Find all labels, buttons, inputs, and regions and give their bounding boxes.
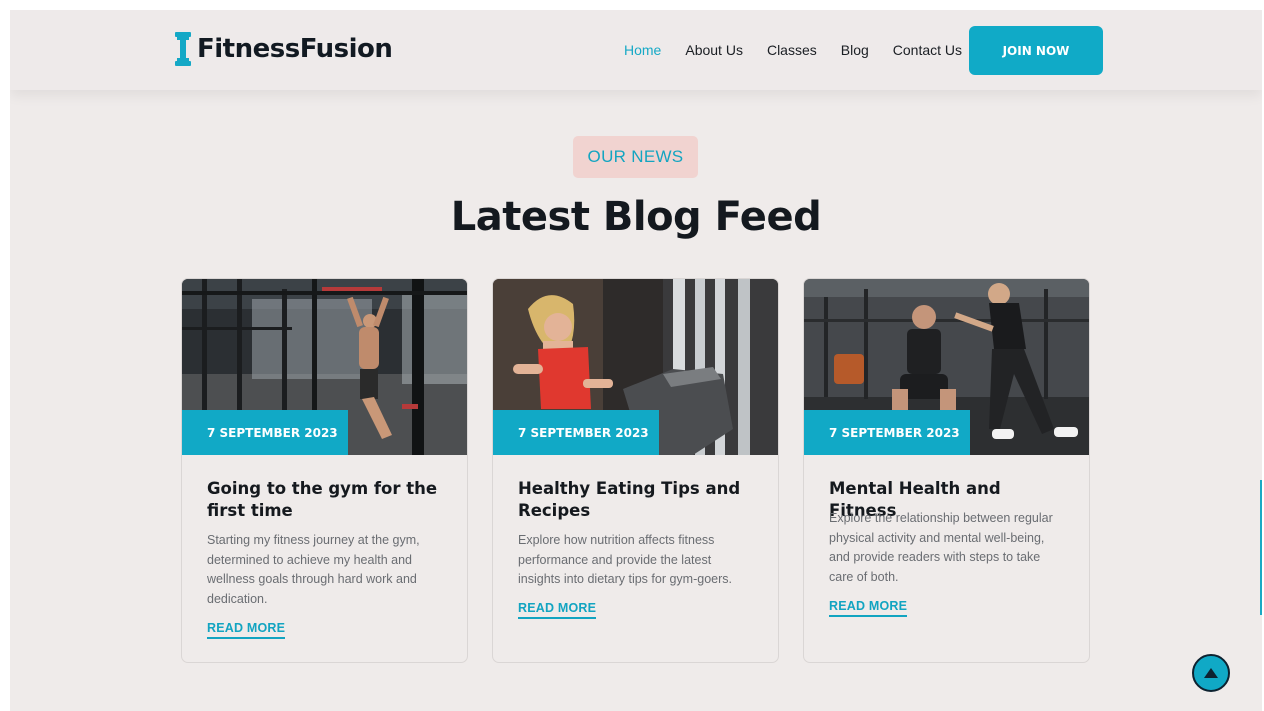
- blog-card: 7 SEPTEMBER 2023 Going to the gym for th…: [181, 278, 468, 663]
- post-title[interactable]: Going to the gym for the first time: [207, 478, 447, 522]
- nav-item-contact[interactable]: Contact Us: [893, 41, 962, 59]
- arrow-up-icon: [1204, 668, 1218, 678]
- post-excerpt: Explore the relationship between regular…: [829, 511, 1053, 585]
- post-excerpt: Starting my fitness journey at the gym, …: [207, 533, 420, 607]
- logo[interactable]: FitnessFusion: [173, 32, 393, 66]
- read-more-link[interactable]: READ MORE: [518, 601, 597, 619]
- brand-name: FitnessFusion: [197, 34, 393, 64]
- nav-item-home[interactable]: Home: [624, 41, 661, 59]
- scrollbar-indicator[interactable]: [1260, 480, 1262, 615]
- post-date: 7 SEPTEMBER 2023: [182, 410, 348, 455]
- join-now-button[interactable]: JOIN NOW: [969, 26, 1103, 75]
- post-date: 7 SEPTEMBER 2023: [804, 410, 970, 455]
- nav-item-classes[interactable]: Classes: [767, 41, 817, 59]
- site-header: FitnessFusion Home About Us Classes Blog…: [10, 10, 1262, 90]
- nav-item-blog[interactable]: Blog: [841, 41, 869, 59]
- blog-card: 7 SEPTEMBER 2023 Healthy Eating Tips and…: [492, 278, 779, 663]
- blog-card: 7 SEPTEMBER 2023 Mental Health and Fitne…: [803, 278, 1090, 663]
- page: FitnessFusion Home About Us Classes Blog…: [10, 10, 1262, 711]
- section-badge: OUR NEWS: [573, 136, 698, 178]
- dumbbell-logo-icon: [175, 32, 191, 66]
- read-more-link[interactable]: READ MORE: [207, 621, 286, 639]
- section-title: Latest Blog Feed: [450, 194, 822, 240]
- post-date: 7 SEPTEMBER 2023: [493, 410, 659, 455]
- nav-item-about[interactable]: About Us: [685, 41, 743, 59]
- main-nav: Home About Us Classes Blog Contact Us: [624, 41, 986, 59]
- post-title[interactable]: Healthy Eating Tips and Recipes: [518, 478, 758, 522]
- read-more-link[interactable]: READ MORE: [829, 599, 908, 617]
- post-excerpt: Explore how nutrition affects fitness pe…: [518, 533, 732, 587]
- scroll-to-top-button[interactable]: [1192, 654, 1230, 692]
